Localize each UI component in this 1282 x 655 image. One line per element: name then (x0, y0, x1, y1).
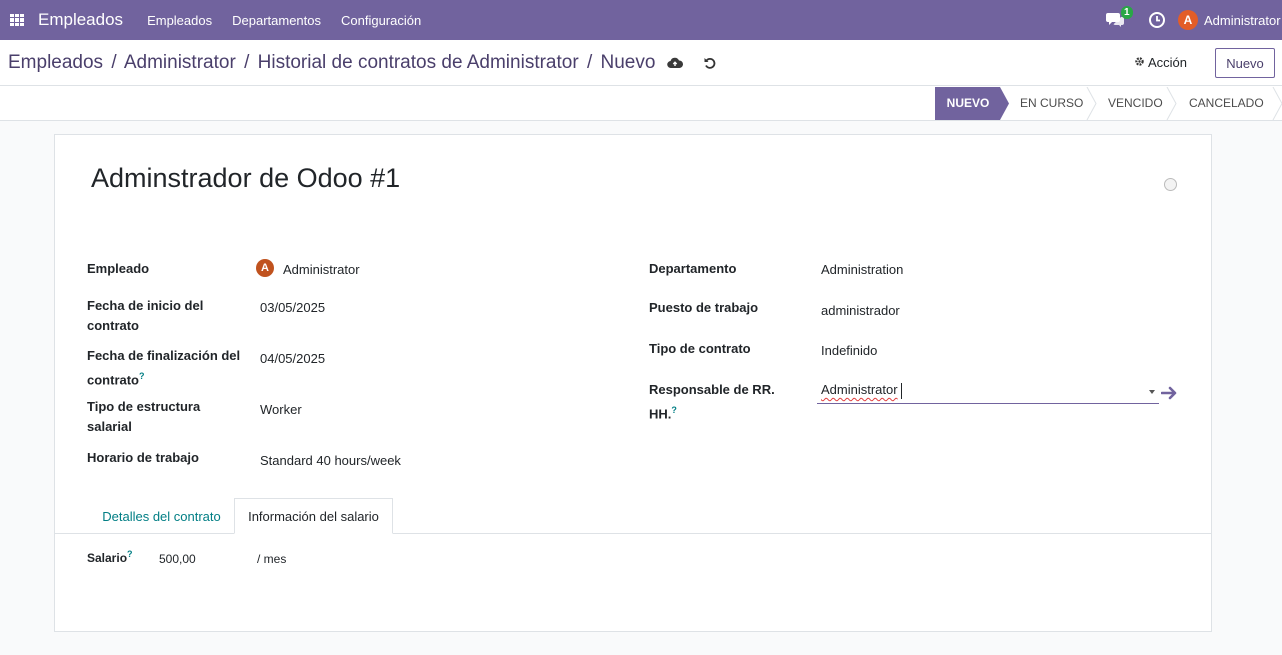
breadcrumb-historial[interactable]: Historial de contratos de Administrator (258, 52, 579, 73)
label-departamento: Departamento (649, 261, 737, 276)
label-estructura-salarial: Tipo de estructura salarial (87, 399, 201, 434)
menu-item-configuracion[interactable]: Configuración (331, 13, 431, 28)
label-horario: Horario de trabajo (87, 450, 199, 465)
text-cursor (901, 383, 902, 399)
status-bar: NUEVO EN CURSO VENCIDO CANCELADO (0, 86, 1282, 121)
label-fecha-fin: Fecha de finalización del contrato? (87, 348, 241, 388)
control-panel: Empleados / Administrator / Historial de… (0, 40, 1282, 86)
tab-detalles-contrato[interactable]: Detalles del contrato (89, 498, 234, 534)
field-fecha-inicio[interactable]: 03/05/2025 (260, 298, 325, 318)
field-fecha-fin[interactable]: 04/05/2025 (260, 349, 325, 369)
apps-menu-icon[interactable] (10, 13, 24, 27)
field-puesto[interactable]: administrador (821, 301, 900, 321)
activity-clock-icon[interactable] (1148, 11, 1166, 29)
breadcrumb-administrator[interactable]: Administrator (124, 52, 236, 73)
new-record-button[interactable]: Nuevo (1215, 48, 1275, 78)
action-label: Acción (1148, 55, 1188, 70)
main-menu: Empleados Departamentos Configuración (137, 13, 431, 28)
field-estructura-salarial[interactable]: Worker (260, 400, 302, 420)
action-menu-button[interactable]: Acción (1134, 55, 1187, 70)
label-salario: Salario? (87, 549, 133, 565)
stage-vencido[interactable]: VENCIDO (1108, 87, 1163, 119)
field-departamento[interactable]: Administration (821, 260, 903, 280)
status-arrows (935, 87, 1282, 120)
external-link-arrow-icon[interactable] (1160, 385, 1179, 406)
breadcrumb-current: Nuevo (600, 51, 656, 73)
field-tipo-contrato[interactable]: Indefinido (821, 341, 877, 361)
app-brand[interactable]: Empleados (38, 10, 123, 30)
breadcrumb: Empleados / Administrator / Historial de… (8, 51, 656, 73)
chat-icon[interactable]: 1 (1106, 6, 1133, 28)
menu-item-empleados[interactable]: Empleados (137, 13, 222, 28)
top-navbar: Empleados Empleados Departamentos Config… (0, 0, 1282, 40)
responsable-rrhh-input[interactable]: Administrator (817, 380, 1159, 404)
salario-unit: / mes (257, 552, 287, 566)
responsable-rrhh-value[interactable]: Administrator (821, 382, 898, 397)
employee-avatar: A (256, 259, 274, 277)
kanban-state-indicator[interactable] (1164, 178, 1177, 191)
dropdown-caret-icon[interactable] (1149, 390, 1155, 394)
stage-en-curso[interactable]: EN CURSO (1020, 87, 1083, 119)
label-empleado: Empleado (87, 261, 150, 276)
contract-title[interactable]: Adminstrador de Odoo #1 (91, 163, 400, 194)
help-icon[interactable]: ? (671, 405, 677, 415)
field-horario[interactable]: Standard 40 hours/week (260, 451, 401, 471)
user-name[interactable]: Administrator (1204, 13, 1282, 28)
save-cloud-icon[interactable] (667, 56, 684, 70)
user-avatar[interactable]: A (1178, 10, 1198, 30)
discard-undo-icon[interactable] (703, 56, 717, 70)
gear-icon (1134, 55, 1145, 70)
tab-informacion-salario[interactable]: Información del salario (234, 498, 393, 534)
label-fecha-inicio: Fecha de inicio del contrato (87, 298, 204, 333)
help-icon[interactable]: ? (139, 371, 145, 381)
menu-item-departamentos[interactable]: Departamentos (222, 13, 331, 28)
label-puesto: Puesto de trabajo (649, 300, 759, 315)
field-empleado[interactable]: Administrator (283, 260, 360, 280)
notebook-tabs: Detalles del contrato Información del sa… (55, 498, 1211, 534)
chat-badge: 1 (1121, 6, 1133, 19)
navbar-systray: 1 A Administrator (1106, 0, 1282, 40)
field-salario[interactable]: 500,00 (159, 552, 196, 566)
stage-nuevo[interactable]: NUEVO (935, 87, 1001, 119)
help-icon[interactable]: ? (127, 549, 133, 559)
breadcrumb-empleados[interactable]: Empleados (8, 52, 103, 73)
stage-cancelado[interactable]: CANCELADO (1189, 87, 1264, 119)
form-sheet: Adminstrador de Odoo #1 Empleado A Admin… (54, 134, 1212, 632)
label-tipo-contrato: Tipo de contrato (649, 341, 751, 356)
label-responsable-rrhh: Responsable de RR. HH.? (649, 382, 775, 422)
